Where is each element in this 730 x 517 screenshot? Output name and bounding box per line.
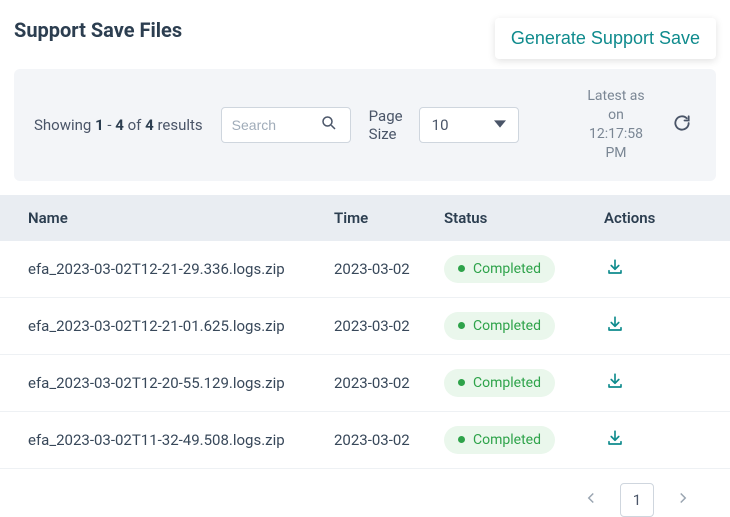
download-button[interactable] <box>604 256 626 281</box>
results-total: 4 <box>145 116 154 134</box>
status-dot-icon <box>458 436 465 443</box>
page-size-select[interactable]: 10 <box>419 107 519 143</box>
showing-prefix: Showing <box>34 116 95 134</box>
chevron-down-icon <box>494 116 506 134</box>
table-row: efa_2023-03-02T12-20-55.129.logs.zip2023… <box>0 355 730 412</box>
refresh-button[interactable] <box>668 109 696 140</box>
cell-actions <box>604 427 716 452</box>
status-text: Completed <box>473 432 541 448</box>
cell-name: efa_2023-03-02T12-21-01.625.logs.zip <box>14 317 334 335</box>
cell-time: 2023-03-02 <box>334 260 444 278</box>
latest-line2: 12:17:58 PM <box>578 125 654 163</box>
cell-time: 2023-03-02 <box>334 317 444 335</box>
page-size-group: Page Size 10 <box>369 107 519 143</box>
page-size-value: 10 <box>432 116 449 134</box>
results-suffix: results <box>154 116 203 134</box>
of-text: of <box>124 116 145 134</box>
col-header-name: Name <box>14 209 334 227</box>
cell-actions <box>604 313 716 338</box>
col-header-time: Time <box>334 209 444 227</box>
cell-actions <box>604 256 716 281</box>
cell-status: Completed <box>444 312 604 340</box>
table-row: efa_2023-03-02T12-21-29.336.logs.zip2023… <box>0 241 730 298</box>
chevron-right-icon <box>677 492 689 507</box>
status-dot-icon <box>458 379 465 386</box>
pager-next-button[interactable] <box>666 483 700 517</box>
search-icon <box>320 114 338 136</box>
files-table: Name Time Status Actions efa_2023-03-02T… <box>0 195 730 469</box>
search-input[interactable] <box>232 117 320 133</box>
generate-support-save-button[interactable]: Generate Support Save <box>495 18 716 59</box>
status-dot-icon <box>458 322 465 329</box>
cell-status: Completed <box>444 426 604 454</box>
pagination: 1 <box>0 469 730 517</box>
download-icon <box>606 321 624 336</box>
search-field[interactable] <box>221 107 351 143</box>
status-badge: Completed <box>444 369 555 397</box>
latest-timestamp: Latest as on 12:17:58 PM <box>578 87 654 163</box>
range-start: 1 <box>95 116 104 134</box>
table-row: efa_2023-03-02T12-21-01.625.logs.zip2023… <box>0 298 730 355</box>
latest-line1: Latest as on <box>578 87 654 125</box>
cell-actions <box>604 370 716 395</box>
table-row: efa_2023-03-02T11-32-49.508.logs.zip2023… <box>0 412 730 469</box>
refresh-icon <box>672 121 692 136</box>
status-text: Completed <box>473 318 541 334</box>
page-size-label: Page Size <box>369 107 409 143</box>
range-sep: - <box>104 116 116 134</box>
cell-time: 2023-03-02 <box>334 431 444 449</box>
cell-status: Completed <box>444 255 604 283</box>
col-header-status: Status <box>444 209 604 227</box>
table-header-row: Name Time Status Actions <box>0 195 730 241</box>
pager-page-1[interactable]: 1 <box>620 483 654 517</box>
download-icon <box>606 264 624 279</box>
chevron-left-icon <box>585 492 597 507</box>
cell-name: efa_2023-03-02T12-21-29.336.logs.zip <box>14 260 334 278</box>
pager-prev-button[interactable] <box>574 483 608 517</box>
status-badge: Completed <box>444 255 555 283</box>
status-text: Completed <box>473 375 541 391</box>
cell-status: Completed <box>444 369 604 397</box>
download-icon <box>606 435 624 450</box>
col-header-actions: Actions <box>604 209 716 227</box>
cell-name: efa_2023-03-02T12-20-55.129.logs.zip <box>14 374 334 392</box>
download-button[interactable] <box>604 370 626 395</box>
status-dot-icon <box>458 265 465 272</box>
toolbar: Showing 1 - 4 of 4 results Page Size 10 … <box>14 69 716 181</box>
page-title: Support Save Files <box>14 18 182 42</box>
cell-name: efa_2023-03-02T11-32-49.508.logs.zip <box>14 431 334 449</box>
showing-results-text: Showing 1 - 4 of 4 results <box>34 116 203 134</box>
status-badge: Completed <box>444 312 555 340</box>
download-button[interactable] <box>604 427 626 452</box>
download-button[interactable] <box>604 313 626 338</box>
range-end: 4 <box>115 116 124 134</box>
cell-time: 2023-03-02 <box>334 374 444 392</box>
download-icon <box>606 378 624 393</box>
status-badge: Completed <box>444 426 555 454</box>
status-text: Completed <box>473 261 541 277</box>
